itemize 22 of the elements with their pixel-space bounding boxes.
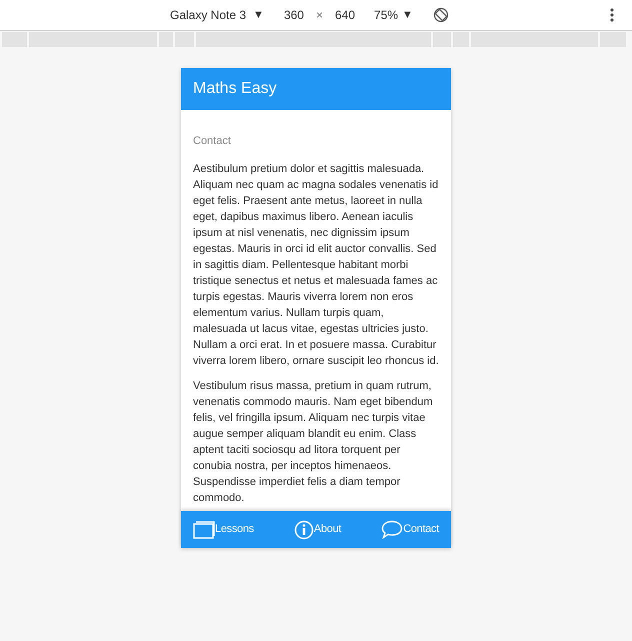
width-field[interactable]: 360 [284, 6, 304, 24]
info-icon [294, 520, 314, 540]
ruler-segment [175, 32, 194, 47]
ruler-segment [159, 32, 173, 47]
rotate-icon[interactable] [432, 7, 449, 23]
app-title: Maths Easy [193, 79, 277, 99]
ruler-segment [433, 32, 451, 47]
ruler-segment [453, 32, 469, 47]
caret-icon[interactable]: ▼ [402, 6, 413, 24]
ruler-segment [600, 32, 626, 47]
times-sign: × [316, 7, 323, 24]
body-paragraph: Vestibulum risus massa, pretium in quam rutrum, venenatis commodo mauris. Nam eget bibendum felis, vel fringilla ipsum. Aliquam nec turpis vitae augue semper aliquam blandit eu enim. Class aptent taciti sociosqu ad litora torquent per conubia nostra, per inceptos himenaeos. Suspendisse imperdiet felis a diam tempor commodo. [193, 378, 434, 506]
section-heading: Contact [193, 134, 232, 149]
more-icon[interactable] [610, 8, 614, 22]
speech-bubble-icon [381, 520, 404, 539]
ruler-segment [2, 32, 27, 47]
body-paragraph: Aestibulum pretium dolor et sagittis malesuada. Aliquam nec quam ac magna sodales venenatis id eget felis. Praesent ante metus, laoreet in nulla eget, dapibus maximus libero. Aenean iaculis ipsum at nisl venenatis, nec dignissim ipsum egestas. Mauris in orci id elit auctor convallis. Sed in sagittis diam. Pellentesque habitant morbi tristique senectus et netus et malesuada fames ac turpis egestas. Mauris viverra lorem non eros elementum varius. Nullam turpis quam, malesuada ut lacus vitae, egestas ultricies justo. Nullam a orci erat. In et posuere massa. Curabitur viverra lorem libero, ornare suscipit leo rhoncus id. [193, 162, 439, 368]
device-selector[interactable]: Galaxy Note 3 [170, 6, 246, 24]
caret-icon[interactable]: ▼ [253, 6, 264, 24]
folder-icon [193, 520, 215, 538]
height-field[interactable]: 640 [334, 6, 356, 24]
zoom-selector[interactable]: 75% [374, 6, 398, 24]
